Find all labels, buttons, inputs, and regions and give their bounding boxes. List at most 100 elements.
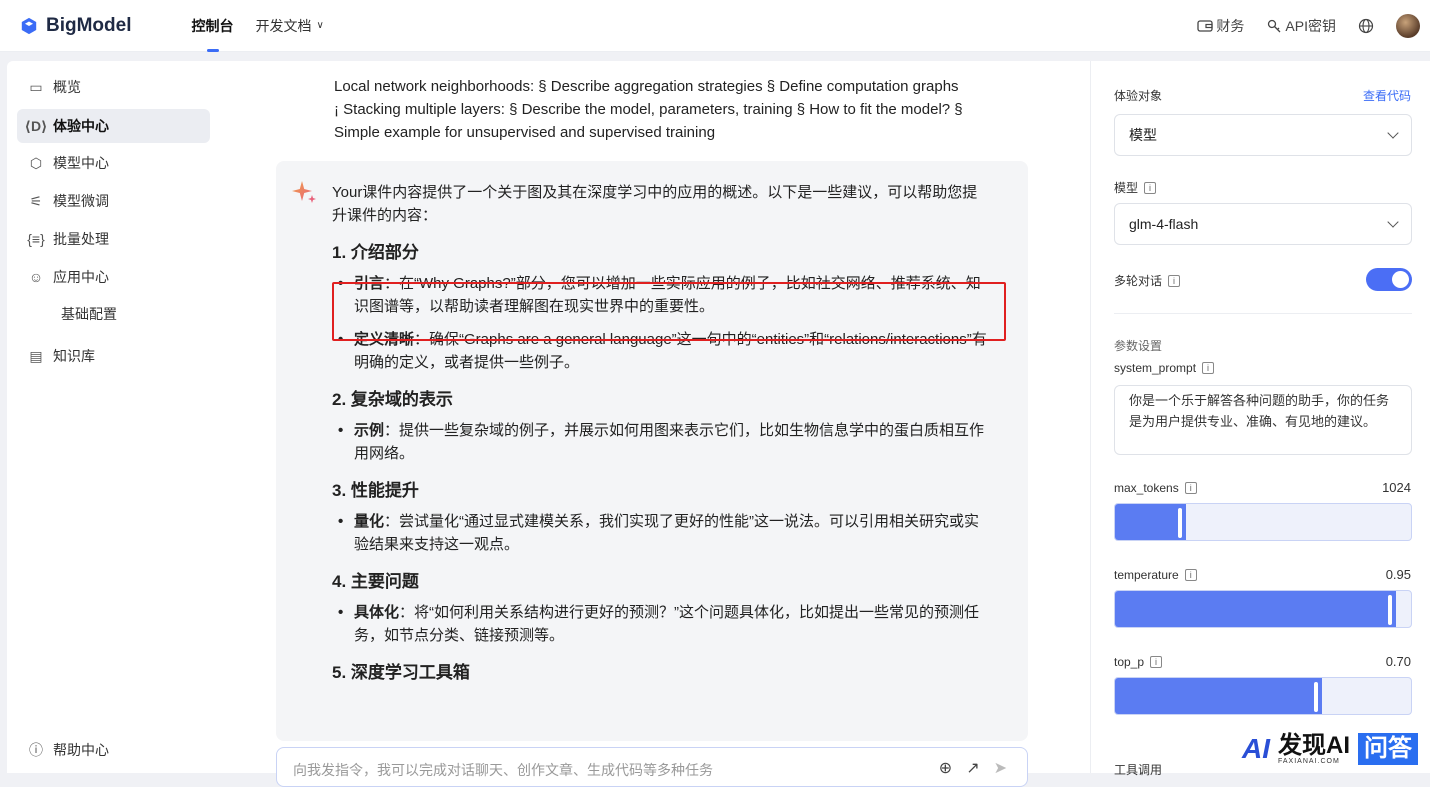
answer-intro: Your课件内容提供了一个关于图及其在深度学习中的应用的概述。以下是一些建议，可… [332,184,978,224]
sidebar: ▭ 概览 ⟨D⟩ 体验中心 ⬡ 模型中心 ⚟ 模型微调 {≡} 批量处理 ☺ 应用中心 基础… [7,61,214,773]
info-icon[interactable]: i [1150,656,1163,668]
braces-list-icon: {≡} [27,231,45,247]
globe-icon[interactable] [1358,18,1374,34]
slider-fill [1115,678,1323,714]
sidebar-item-basic-config[interactable]: 基础配置 [17,297,210,331]
info-icon[interactable]: i [1184,482,1197,494]
chat-input-placeholder: 向我发指令，我可以完成对话聊天、创作文章、生成代码等多种任务 [293,762,713,778]
sidebar-item-label: 帮助中心 [53,742,109,758]
sidebar-item-label: 知识库 [53,348,95,364]
view-code-link[interactable]: 查看代码 [1363,87,1411,104]
model-select-value: glm-4-flash [1129,216,1199,232]
sidebar-item-overview[interactable]: ▭ 概览 [17,70,210,104]
sidebar-item-knowledge[interactable]: ▤ 知识库 [17,339,210,373]
sidebar-item-help[interactable]: ⓘ 帮助中心 [17,733,210,767]
chat-input[interactable]: 向我发指令，我可以完成对话聊天、创作文章、生成代码等多种任务 ⊕ ↗ ➤ [276,747,1028,787]
top-bar: BigModel 控制台 开发文档 ∨ 财务 API密钥 [0,0,1430,52]
expand-icon[interactable]: ↗ [966,758,979,778]
watermark-text-group: 发现AI FAXIANAI.COM [1278,733,1350,765]
wallet-icon [1197,20,1214,32]
multi-turn-label: 多轮对话 i [1114,272,1181,289]
info-icon[interactable]: i [1202,362,1215,374]
sliders-icon: ⚟ [29,192,43,209]
tab-dev-docs-label: 开发文档 [255,17,312,34]
help-circle-icon: ⓘ [29,742,43,758]
app-logo[interactable]: BigModel [20,15,132,37]
sidebar-item-label: 概览 [53,79,81,95]
bigmodel-logo-icon [21,17,37,34]
target-label-text: 体验对象 [1114,89,1163,103]
tab-dev-docs[interactable]: 开发文档 ∨ [256,0,324,52]
answer-body: Your课件内容提供了一个关于图及其在深度学习中的应用的概述。以下是一些建议，可… [332,181,992,692]
model-label: 模型 i [1114,179,1157,196]
highlight-box [332,282,1006,341]
avatar[interactable] [1396,14,1420,38]
list-item: 具体化：将“如何利用关系结构进行更好的预测？”这个问题具体化，比如提出一些常见的… [332,601,992,647]
user-message: Local network neighborhoods: § Describe … [334,78,963,141]
sidebar-item-experience[interactable]: ⟨D⟩ 体验中心 [17,109,210,143]
section-list: 具体化：将“如何利用关系结构进行更好的预测？”这个问题具体化，比如提出一些常见的… [332,601,992,647]
item-key: 示例 [354,422,385,439]
params-label: 参数设置 [1114,337,1162,354]
slider-thumb[interactable] [1388,595,1393,625]
top-nav: 控制台 开发文档 ∨ [192,0,324,52]
sidebar-item-models[interactable]: ⬡ 模型中心 [17,146,210,180]
monitor-icon: ▭ [29,78,43,95]
app-name: BigModel [46,14,132,36]
max-tokens-slider[interactable] [1114,503,1412,541]
chevron-down-icon: ∨ [316,20,324,31]
slider-thumb[interactable] [1314,682,1319,712]
finance-link[interactable]: 财务 [1197,16,1244,36]
slider-thumb[interactable] [1178,508,1183,538]
system-prompt-field[interactable]: 你是一个乐于解答各种问题的助手，你的任务是为用户提供专业、准确、有见地的建议。 [1114,385,1412,455]
sidebar-item-finetune[interactable]: ⚟ 模型微调 [17,184,210,218]
key-icon [1268,19,1281,33]
sidebar-item-batch[interactable]: {≡} 批量处理 [17,222,210,256]
finance-label: 财务 [1216,18,1245,34]
info-icon[interactable]: i [1144,181,1157,194]
api-key-link[interactable]: API密钥 [1266,16,1336,36]
input-actions: ⊕ ↗ ➤ [939,758,1007,778]
item-text: ：提供一些复杂域的例子，并展示如何用图来表示它们，比如生物信息学中的蛋白质相互作… [354,422,985,462]
settings-panel: 体验对象 查看代码 模型 模型 i glm-4-flash 多轮对话 i 参数设置 … [1090,61,1430,777]
sidebar-item-label: 模型中心 [53,155,109,171]
sidebar-item-label: 体验中心 [53,118,109,134]
tab-console-label: 控制台 [191,17,234,34]
temperature-label: temperature i [1114,568,1197,582]
sidebar-item-label: 基础配置 [61,306,117,322]
sidebar-item-apps[interactable]: ☺ 应用中心 [17,260,210,294]
max-tokens-label: max_tokens i [1114,481,1197,495]
slider-fill [1115,504,1187,540]
section-list: 示例：提供一些复杂域的例子，并展示如何用图来表示它们，比如生物信息学中的蛋白质相… [332,419,992,465]
max-tokens-label-text: max_tokens [1114,481,1179,495]
temperature-slider[interactable] [1114,590,1412,628]
top-p-label: top_p i [1114,655,1163,669]
assistant-message: Your课件内容提供了一个关于图及其在深度学习中的应用的概述。以下是一些建议，可… [276,161,1028,741]
slider-fill [1115,591,1397,627]
tab-console[interactable]: 控制台 [192,0,234,52]
add-circle-icon[interactable]: ⊕ [939,758,952,778]
watermark-ai: AI [1242,733,1270,764]
book-icon: ▤ [29,347,43,364]
item-key: 具体化 [354,604,400,621]
playground-icon: ⟨D⟩ [24,117,48,134]
temperature-value: 0.95 [1385,567,1411,582]
top-p-slider[interactable] [1114,677,1412,715]
max-tokens-value: 1024 [1382,480,1411,495]
info-icon[interactable]: i [1168,274,1181,287]
sidebar-item-label: 模型微调 [53,193,109,209]
model-label-text: 模型 [1114,181,1139,195]
section-list: 量化：尝试量化“通过显式建模关系，我们实现了更好的性能”这一说法。可以引用相关研… [332,510,992,556]
target-select-value: 模型 [1129,127,1157,143]
target-select[interactable]: 模型 [1114,114,1412,156]
multi-turn-label-text: 多轮对话 [1114,274,1163,288]
multi-turn-toggle[interactable] [1366,268,1412,291]
target-label: 体验对象 [1114,87,1162,104]
model-select[interactable]: glm-4-flash [1114,203,1412,245]
send-icon[interactable]: ➤ [994,758,1007,778]
top-right-actions: 财务 API密钥 [1197,0,1420,52]
sparkle-icon [292,181,316,203]
info-icon[interactable]: i [1184,569,1197,581]
temperature-label-text: temperature [1114,568,1179,582]
params-label-text: 参数设置 [1114,339,1163,353]
